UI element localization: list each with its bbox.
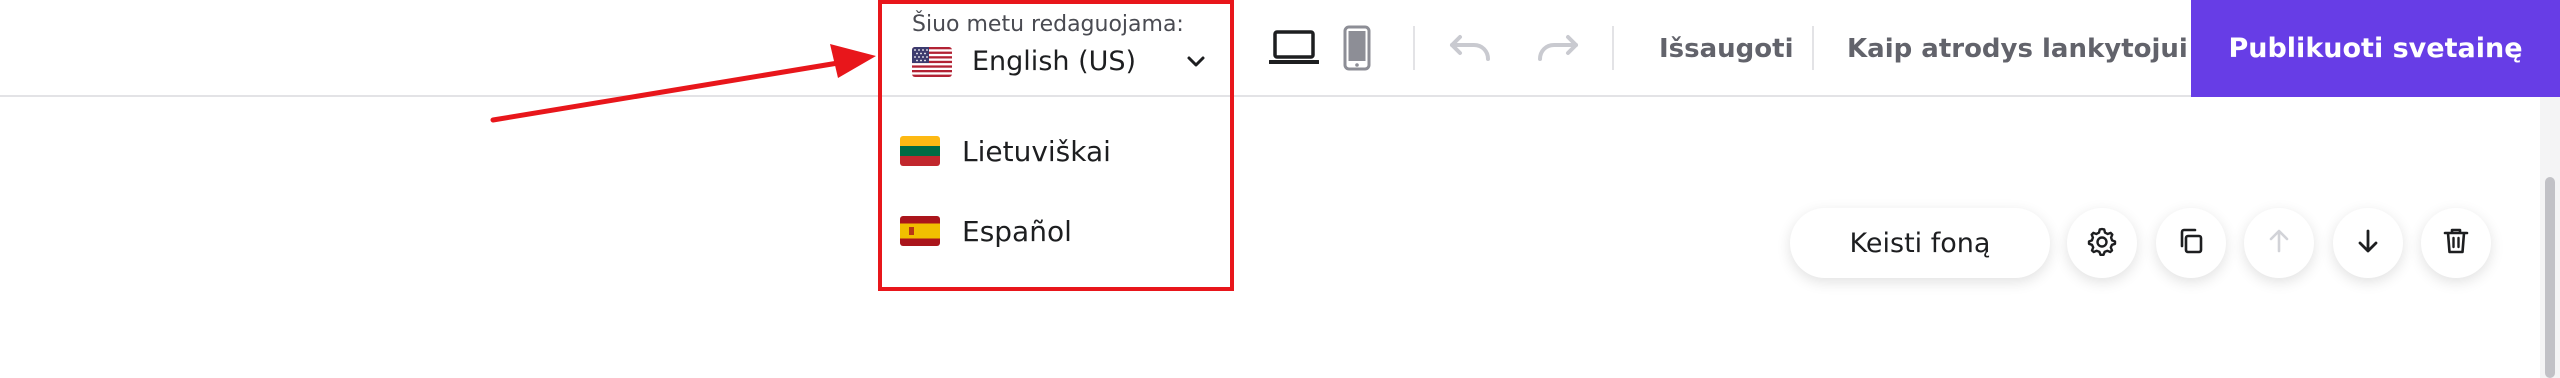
undo-icon[interactable]: [1448, 28, 1492, 68]
language-selector-caption: Šiuo metu redaguojama:: [912, 12, 1184, 37]
language-option-spanish[interactable]: Español: [900, 201, 1220, 261]
flag-es-icon: [900, 216, 940, 246]
scrollbar[interactable]: [2540, 97, 2560, 378]
scrollbar-thumb[interactable]: [2545, 177, 2555, 378]
editor-top-bar: Šiuo metu redaguojama: English (US) Išsa…: [0, 0, 2560, 97]
language-dropdown-menu: Lietuviškai Español: [880, 97, 1232, 287]
current-language-button[interactable]: English (US): [912, 44, 1212, 84]
delete-button[interactable]: [2421, 208, 2491, 278]
gear-icon: [2087, 226, 2117, 260]
preview-button[interactable]: Kaip atrodys lankytojui: [1847, 0, 2188, 97]
chevron-down-icon[interactable]: [1184, 50, 1208, 74]
laptop-icon[interactable]: [1266, 22, 1322, 74]
publish-website-button[interactable]: Publikuoti svetainę: [2191, 0, 2560, 97]
arrow-down-icon: [2353, 226, 2383, 260]
save-button[interactable]: Išsaugoti: [1659, 0, 1794, 97]
flag-us-icon: [912, 47, 952, 77]
duplicate-button[interactable]: [2156, 208, 2226, 278]
move-down-button[interactable]: [2333, 208, 2403, 278]
toolbar-divider: [1612, 26, 1614, 70]
arrow-up-icon: [2264, 226, 2294, 260]
duplicate-icon: [2176, 226, 2206, 260]
toolbar-divider: [1413, 26, 1415, 70]
language-option-label: Lietuviškai: [962, 134, 1111, 168]
settings-button[interactable]: [2067, 208, 2137, 278]
trash-icon: [2441, 226, 2471, 260]
language-option-lithuanian[interactable]: Lietuviškai: [900, 121, 1220, 181]
move-up-button[interactable]: [2244, 208, 2314, 278]
change-background-button[interactable]: Keisti foną: [1790, 208, 2050, 278]
toolbar-divider: [1812, 26, 1814, 70]
flag-lt-icon: [900, 136, 940, 166]
mobile-icon[interactable]: [1340, 20, 1374, 76]
current-language-label: English (US): [972, 46, 1137, 77]
language-selector[interactable]: Šiuo metu redaguojama: English (US): [912, 0, 1222, 97]
language-option-label: Español: [962, 214, 1072, 248]
redo-icon[interactable]: [1536, 28, 1580, 68]
